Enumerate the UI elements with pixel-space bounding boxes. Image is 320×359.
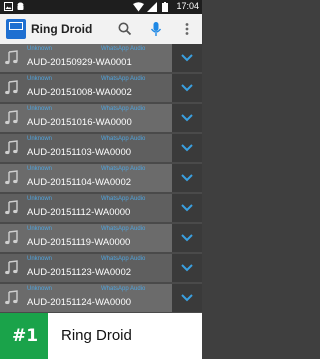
microphone-icon[interactable] xyxy=(147,20,165,38)
music-note-icon xyxy=(5,170,18,185)
expand-button[interactable] xyxy=(172,104,202,132)
song-title: AUD-20151119-WA0000 xyxy=(27,237,131,248)
song-list: Unknown WhatsApp Audio AUD-20150929-WA0001… xyxy=(0,44,202,314)
artist-label: Unknown xyxy=(27,136,53,142)
status-time: 17:04 xyxy=(176,1,199,11)
list-item[interactable]: Unknown WhatsApp Audio AUD-20151016-WA0000 xyxy=(0,104,202,134)
album-label: WhatsApp Audio xyxy=(101,76,146,82)
rank-label: #1 xyxy=(12,326,39,346)
song-title: AUD-20150929-WA0001 xyxy=(27,57,132,68)
album-label: WhatsApp Audio xyxy=(101,286,146,292)
artist-label: Unknown xyxy=(27,76,53,82)
expand-button[interactable] xyxy=(172,74,202,102)
photo-notification-icon xyxy=(4,2,13,11)
expand-button[interactable] xyxy=(172,164,202,192)
album-label: WhatsApp Audio xyxy=(101,46,146,52)
song-title: AUD-20151103-WA0000 xyxy=(27,147,132,158)
rank-badge: #1 xyxy=(0,313,48,359)
song-title: AUD-20151112-WA0000 xyxy=(27,207,131,218)
music-note-icon xyxy=(5,80,18,95)
search-icon[interactable] xyxy=(116,20,134,38)
album-label: WhatsApp Audio xyxy=(101,196,146,202)
chevron-down-icon xyxy=(181,54,193,62)
chevron-down-icon xyxy=(181,234,193,242)
app-title: Ring Droid xyxy=(31,22,93,36)
music-note-icon xyxy=(5,290,18,305)
artist-label: Unknown xyxy=(27,196,53,202)
list-item[interactable]: Unknown WhatsApp Audio AUD-20151123-WA0002 xyxy=(0,254,202,284)
song-title: AUD-20151104-WA0002 xyxy=(27,177,132,188)
list-item[interactable]: Unknown WhatsApp Audio AUD-20151008-WA0002 xyxy=(0,74,202,104)
list-item[interactable]: Unknown WhatsApp Audio AUD-20150929-WA0001 xyxy=(0,44,202,74)
app-rank-banner: #1 Ring Droid xyxy=(0,313,202,359)
chevron-down-icon xyxy=(181,84,193,92)
music-note-icon xyxy=(5,110,18,125)
expand-button[interactable] xyxy=(172,254,202,282)
list-item[interactable]: Unknown WhatsApp Audio AUD-20151103-WA0000 xyxy=(0,134,202,164)
music-note-icon xyxy=(5,200,18,215)
list-item[interactable]: Unknown WhatsApp Audio AUD-20151112-WA0000 xyxy=(0,194,202,224)
chevron-down-icon xyxy=(181,174,193,182)
album-label: WhatsApp Audio xyxy=(101,226,146,232)
album-label: WhatsApp Audio xyxy=(101,256,146,262)
music-note-icon xyxy=(5,260,18,275)
album-label: WhatsApp Audio xyxy=(101,136,146,142)
app-logo-icon xyxy=(6,19,26,39)
song-title: AUD-20151016-WA0000 xyxy=(27,117,132,128)
app-bar: Ring Droid xyxy=(0,14,202,44)
music-note-icon xyxy=(5,140,18,155)
expand-button[interactable] xyxy=(172,194,202,222)
expand-button[interactable] xyxy=(172,224,202,252)
list-item[interactable]: Unknown WhatsApp Audio AUD-20151104-WA0002 xyxy=(0,164,202,194)
album-label: WhatsApp Audio xyxy=(101,166,146,172)
chevron-down-icon xyxy=(181,114,193,122)
artist-label: Unknown xyxy=(27,286,53,292)
song-title: AUD-20151124-WA0000 xyxy=(27,297,132,308)
artist-label: Unknown xyxy=(27,106,53,112)
chevron-down-icon xyxy=(181,264,193,272)
artist-label: Unknown xyxy=(27,256,53,262)
banner-title: Ring Droid xyxy=(61,327,132,344)
song-title: AUD-20151123-WA0002 xyxy=(27,267,132,278)
battery-icon xyxy=(162,2,168,12)
music-note-icon xyxy=(5,50,18,65)
chevron-down-icon xyxy=(181,294,193,302)
song-title: AUD-20151008-WA0002 xyxy=(27,87,132,98)
album-label: WhatsApp Audio xyxy=(101,106,146,112)
signal-icon xyxy=(147,2,157,12)
chevron-down-icon xyxy=(181,204,193,212)
artist-label: Unknown xyxy=(27,46,53,52)
more-vert-icon[interactable] xyxy=(178,20,196,38)
wifi-icon xyxy=(133,2,144,12)
expand-button[interactable] xyxy=(172,44,202,72)
list-item[interactable]: Unknown WhatsApp Audio AUD-20151119-WA0000 xyxy=(0,224,202,254)
expand-button[interactable] xyxy=(172,284,202,312)
artist-label: Unknown xyxy=(27,226,53,232)
android-notification-icon xyxy=(17,2,24,10)
list-item[interactable]: Unknown WhatsApp Audio AUD-20151124-WA0000 xyxy=(0,284,202,314)
artist-label: Unknown xyxy=(27,166,53,172)
expand-button[interactable] xyxy=(172,134,202,162)
status-bar: 17:04 xyxy=(0,0,202,14)
chevron-down-icon xyxy=(181,144,193,152)
music-note-icon xyxy=(5,230,18,245)
